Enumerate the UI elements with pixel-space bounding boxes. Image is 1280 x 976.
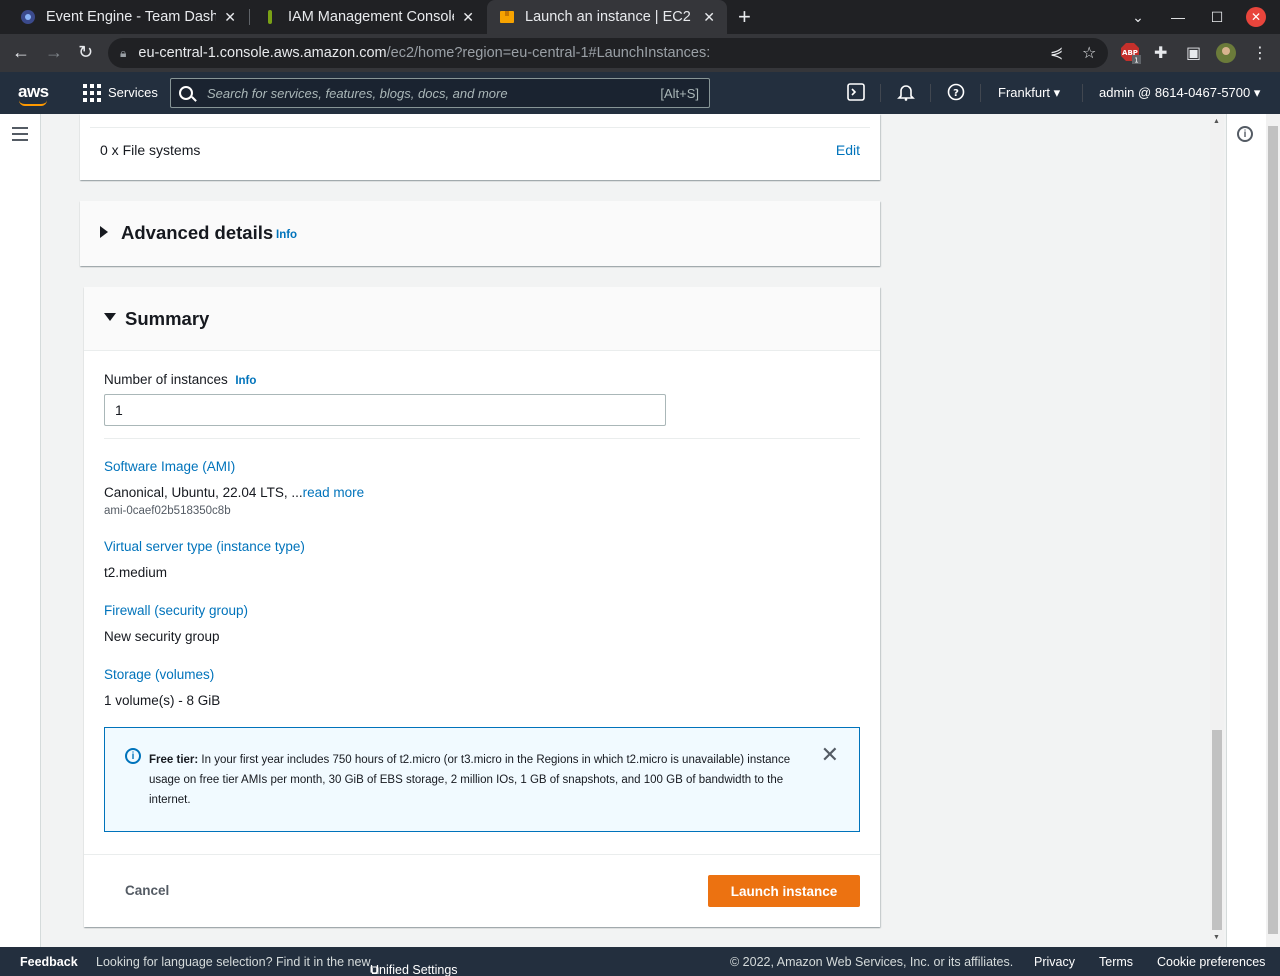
lock-icon: 🔒︎ bbox=[120, 45, 127, 60]
search-placeholder: Search for services, features, blogs, do… bbox=[207, 85, 508, 101]
iam-icon bbox=[268, 10, 272, 24]
close-alert-icon[interactable]: ✕ bbox=[821, 744, 839, 766]
ami-value: Canonical, Ubuntu, 22.04 LTS, ...read mo… bbox=[104, 485, 365, 500]
summary-title: Summary bbox=[125, 308, 210, 329]
url-path: /ec2/home?region=eu-central-1#LaunchInst… bbox=[386, 45, 711, 61]
storage-link[interactable]: Storage (volumes) bbox=[104, 667, 214, 682]
tab-event-engine[interactable]: Event Engine - Team Dash ✕ bbox=[8, 0, 248, 34]
sidepanel-icon[interactable]: ▣ bbox=[1186, 34, 1201, 72]
summary-header[interactable]: Summary bbox=[84, 287, 880, 351]
share-icon[interactable]: ⋞ bbox=[1050, 34, 1063, 72]
file-systems-card: 0 x File systems Edit bbox=[80, 114, 880, 180]
cancel-button[interactable]: Cancel bbox=[125, 883, 169, 898]
launch-instance-button[interactable]: Launch instance bbox=[708, 875, 860, 907]
firewall-link[interactable]: Firewall (security group) bbox=[104, 603, 248, 618]
header-divider bbox=[930, 84, 931, 102]
bookmark-star-icon[interactable]: ☆ bbox=[1082, 34, 1096, 72]
file-systems-count: 0 x File systems bbox=[100, 142, 201, 158]
content-scrollbar[interactable]: ▲ ▼ bbox=[1210, 114, 1224, 947]
header-divider bbox=[880, 84, 881, 102]
help-panel-rail: i bbox=[1226, 114, 1266, 947]
expand-caret-icon[interactable] bbox=[100, 226, 108, 238]
aws-top-nav: aws Services Search for services, featur… bbox=[0, 72, 1280, 114]
ec2-box-icon bbox=[500, 11, 514, 23]
close-tab-icon[interactable]: ✕ bbox=[703, 9, 715, 26]
number-of-instances-label: Number of instances Info bbox=[104, 372, 257, 387]
svg-text:?: ? bbox=[953, 88, 959, 99]
cloudshell-icon[interactable] bbox=[847, 83, 865, 106]
url-field[interactable]: 🔒︎ eu-central-1.console.aws.amazon.com/e… bbox=[108, 38, 1108, 68]
side-navigation-rail bbox=[0, 114, 41, 947]
adblock-extension-icon[interactable]: ABP 1 bbox=[1120, 34, 1142, 72]
feedback-link[interactable]: Feedback bbox=[20, 955, 78, 969]
tab-title: Event Engine - Team Dash bbox=[46, 9, 217, 25]
help-icon[interactable]: ? bbox=[947, 83, 965, 106]
collapse-caret-icon[interactable] bbox=[104, 313, 116, 321]
window-close-icon[interactable]: ✕ bbox=[1246, 7, 1266, 27]
terms-link[interactable]: Terms bbox=[1099, 955, 1133, 969]
minimize-icon[interactable]: — bbox=[1158, 0, 1198, 34]
read-more-link[interactable]: read more bbox=[303, 485, 365, 500]
info-panel-icon[interactable]: i bbox=[1237, 126, 1253, 142]
page-scrollbar[interactable] bbox=[1266, 114, 1280, 947]
divider bbox=[104, 438, 860, 439]
svg-text:1: 1 bbox=[1134, 57, 1138, 65]
search-input[interactable]: Search for services, features, blogs, do… bbox=[170, 78, 710, 108]
region-selector[interactable]: Frankfurt ▾ bbox=[998, 85, 1060, 101]
back-arrow-icon[interactable]: ← bbox=[12, 42, 30, 63]
browser-menu-icon[interactable]: ⋮ bbox=[1252, 34, 1268, 72]
close-tab-icon[interactable]: ✕ bbox=[462, 9, 474, 26]
cookie-preferences-link[interactable]: Cookie preferences bbox=[1157, 955, 1265, 969]
aws-logo[interactable]: aws bbox=[18, 82, 49, 106]
firewall-value: New security group bbox=[104, 629, 220, 644]
search-icon bbox=[179, 86, 193, 100]
services-grid-icon[interactable] bbox=[83, 84, 101, 102]
external-link-icon: ⧉ bbox=[370, 963, 379, 976]
free-tier-text: Free tier: In your first year includes 7… bbox=[149, 754, 791, 806]
browser-tab-bar: Event Engine - Team Dash ✕ IAM Managemen… bbox=[0, 0, 1280, 34]
edit-file-systems-link[interactable]: Edit bbox=[836, 142, 860, 158]
number-info-link[interactable]: Info bbox=[235, 375, 256, 387]
ami-id: ami-0caef02b518350c8b bbox=[104, 505, 231, 517]
advanced-details-info-link[interactable]: Info bbox=[276, 229, 297, 241]
privacy-link[interactable]: Privacy bbox=[1034, 955, 1075, 969]
language-notice: Looking for language selection? Find it … bbox=[96, 955, 371, 969]
services-menu[interactable]: Services bbox=[108, 85, 158, 100]
info-circle-icon: i bbox=[125, 748, 141, 764]
instance-type-value: t2.medium bbox=[104, 565, 168, 580]
tab-title: Launch an instance | EC2 Ma bbox=[525, 9, 695, 25]
instance-type-link[interactable]: Virtual server type (instance type) bbox=[104, 539, 305, 554]
number-of-instances-input[interactable]: 1 bbox=[104, 394, 666, 426]
globe-icon bbox=[21, 10, 35, 24]
close-tab-icon[interactable]: ✕ bbox=[224, 9, 236, 26]
ami-link[interactable]: Software Image (AMI) bbox=[104, 459, 235, 474]
profile-avatar[interactable] bbox=[1215, 34, 1237, 72]
divider bbox=[84, 854, 880, 855]
storage-value: 1 volume(s) - 8 GiB bbox=[104, 693, 221, 708]
browser-address-bar: ← → ↻ 🔒︎ eu-central-1.console.aws.amazon… bbox=[0, 34, 1280, 72]
bell-icon[interactable] bbox=[897, 83, 915, 106]
header-divider bbox=[1082, 84, 1083, 102]
free-tier-alert: i Free tier: In your first year includes… bbox=[104, 727, 860, 832]
tab-launch-instance[interactable]: Launch an instance | EC2 Ma ✕ bbox=[487, 0, 727, 34]
maximize-icon[interactable]: ☐ bbox=[1197, 0, 1237, 34]
menu-hamburger-icon[interactable] bbox=[12, 127, 28, 145]
console-footer: Feedback Looking for language selection?… bbox=[0, 947, 1280, 976]
reload-icon[interactable]: ↻ bbox=[78, 42, 93, 63]
forward-arrow-icon[interactable]: → bbox=[45, 42, 63, 63]
tab-iam-console[interactable]: IAM Management Console ✕ bbox=[250, 0, 486, 34]
search-shortcut: [Alt+S] bbox=[660, 85, 699, 101]
url-host: eu-central-1.console.aws.amazon.com bbox=[138, 45, 387, 61]
account-menu[interactable]: admin @ 8614-0467-5700 ▾ bbox=[1099, 85, 1260, 101]
advanced-details-section[interactable]: Advanced details Info bbox=[80, 201, 880, 266]
copyright-text: © 2022, Amazon Web Services, Inc. or its… bbox=[730, 955, 1014, 969]
tab-title: IAM Management Console bbox=[288, 9, 455, 25]
chevron-down-icon[interactable]: ⌄ bbox=[1118, 0, 1158, 34]
header-divider bbox=[980, 84, 981, 102]
new-tab-plus-icon[interactable]: + bbox=[738, 4, 751, 30]
summary-panel: Summary Number of instances Info 1 Softw… bbox=[84, 287, 880, 927]
advanced-details-title[interactable]: Advanced details bbox=[121, 222, 273, 244]
extensions-puzzle-icon[interactable]: ✚ bbox=[1154, 34, 1167, 72]
